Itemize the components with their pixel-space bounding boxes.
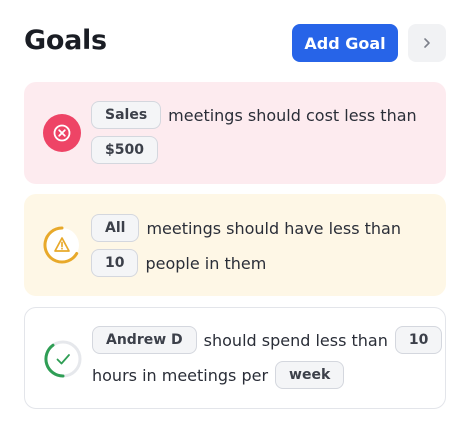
goal-card-all[interactable]: All meetings should have less than 10 pe… xyxy=(24,194,446,296)
period-chip[interactable]: week xyxy=(275,361,345,389)
goal-line-1: Sales meetings should cost less than xyxy=(91,101,417,129)
person-chip[interactable]: Andrew D xyxy=(92,326,197,354)
hours-limit-chip[interactable]: 10 xyxy=(394,326,443,354)
goal-text: hours in meetings per xyxy=(92,365,269,385)
goal-line-2: $500 xyxy=(91,136,158,164)
cost-limit-chip[interactable]: $500 xyxy=(91,136,158,164)
team-chip[interactable]: Sales xyxy=(91,101,162,129)
check-icon xyxy=(44,340,82,378)
goal-text: meetings should cost less than xyxy=(168,105,417,125)
page-header: Goals Add Goal xyxy=(24,24,446,64)
chevron-right-icon xyxy=(424,38,430,48)
warning-triangle-icon xyxy=(43,226,81,264)
goal-card-sales[interactable]: Sales meetings should cost less than $50… xyxy=(24,82,446,184)
goal-card-andrew[interactable]: Andrew D should spend less than 10 hours… xyxy=(24,307,446,409)
x-circle-icon xyxy=(43,114,81,152)
goal-line-2: 10 people in them xyxy=(91,249,266,277)
add-goal-button[interactable]: Add Goal xyxy=(292,24,398,62)
page-title: Goals xyxy=(24,25,107,56)
goal-text: meetings should have less than xyxy=(146,218,401,238)
goal-text: people in them xyxy=(145,253,267,273)
goal-line-1: Andrew D should spend less than 10 xyxy=(92,326,443,354)
goal-line-2: hours in meetings per week xyxy=(92,361,345,389)
goal-line-1: All meetings should have less than xyxy=(91,214,401,242)
next-button[interactable] xyxy=(408,24,446,62)
team-chip[interactable]: All xyxy=(91,214,140,242)
goal-text: should spend less than xyxy=(203,330,388,350)
people-limit-chip[interactable]: 10 xyxy=(91,249,139,277)
